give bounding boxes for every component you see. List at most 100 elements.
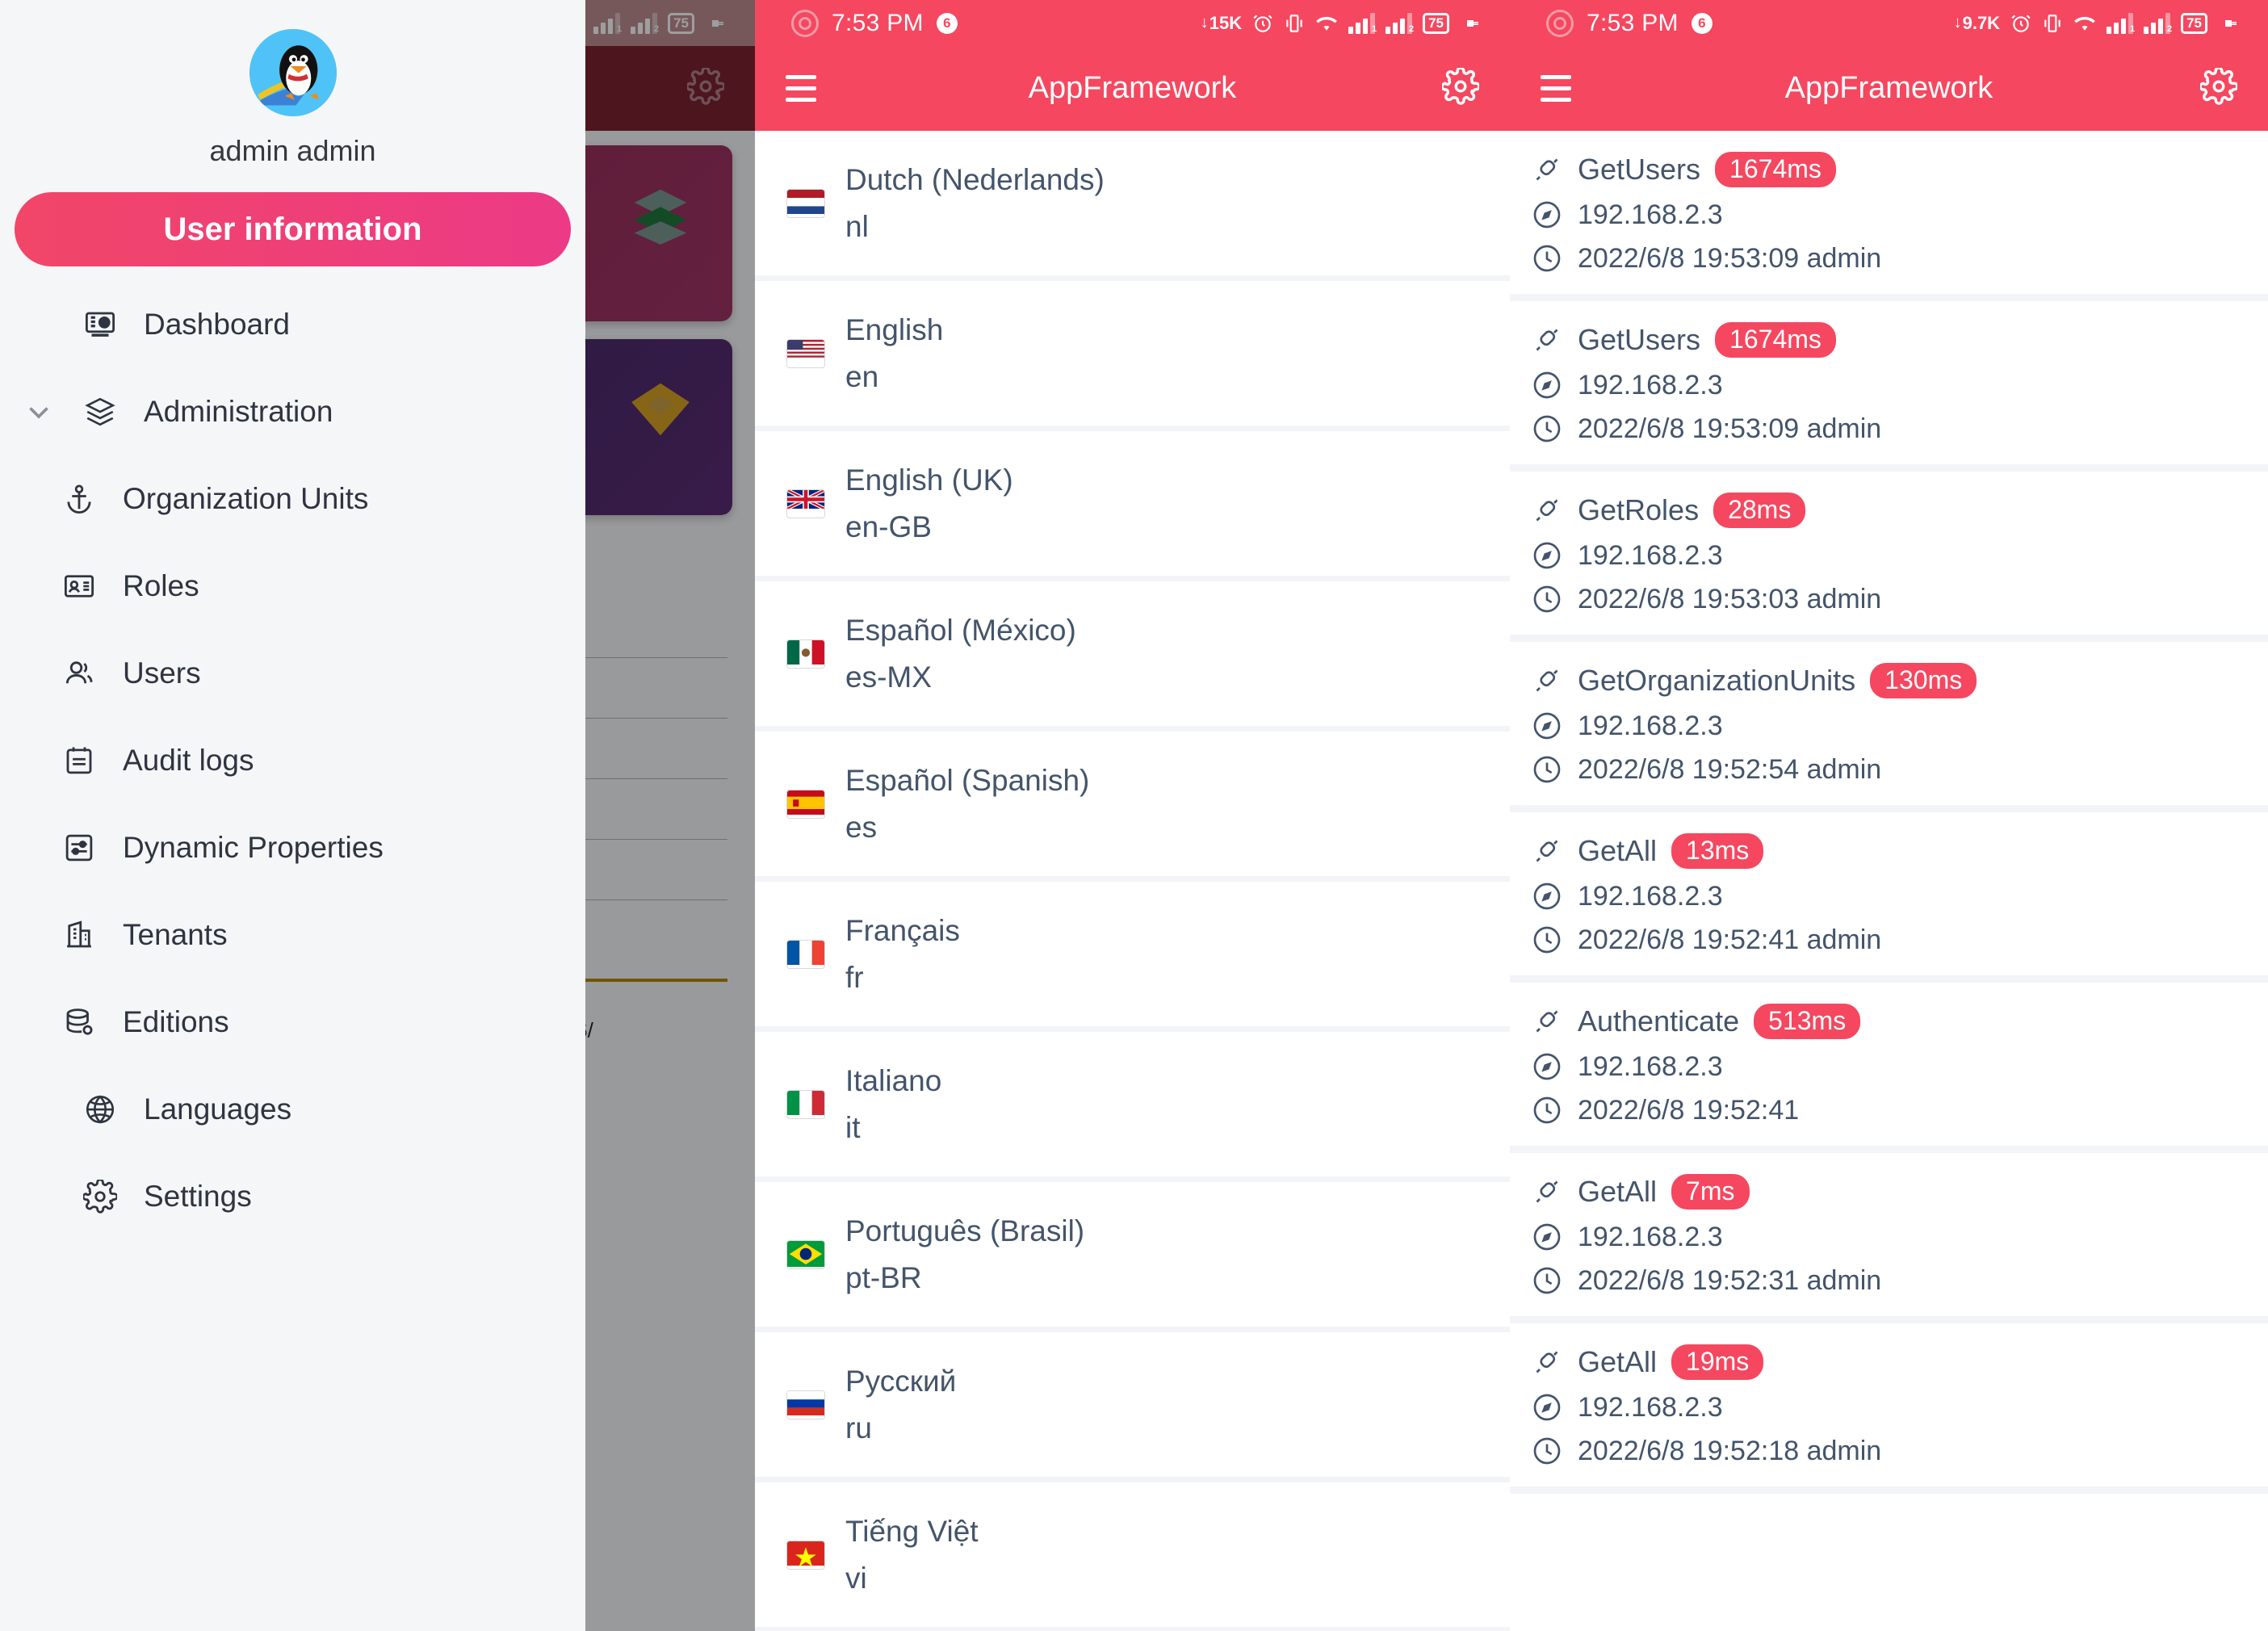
compass-icon bbox=[1531, 1050, 1563, 1083]
audit-log-item[interactable]: GetAll 13ms 192.168.2.3 2022/6/8 19:52:41 a… bbox=[1510, 812, 2268, 983]
audit-log-item[interactable]: GetAll 19ms 192.168.2.3 2022/6/8 19:52:18 a… bbox=[1510, 1323, 2268, 1494]
clipboard-icon bbox=[58, 744, 100, 778]
sidebar-item-settings[interactable]: Settings bbox=[0, 1153, 585, 1240]
clock-icon bbox=[1531, 1435, 1563, 1467]
status-bar-left: 7:53 PM 6 bbox=[1510, 9, 1713, 37]
audit-ip-address: 192.168.2.3 bbox=[1578, 369, 1723, 400]
battery-level-badge: 75 bbox=[1423, 12, 1449, 34]
audit-timestamp: 2022/6/8 19:52:54 admin bbox=[1578, 753, 1882, 785]
vibrate-icon bbox=[1284, 13, 1305, 34]
duration-badge: 19ms bbox=[1671, 1344, 1764, 1380]
users-icon bbox=[58, 656, 100, 690]
menu-button[interactable] bbox=[786, 75, 816, 102]
audit-action-row: GetAll 7ms bbox=[1531, 1174, 2268, 1210]
notification-count-badge: 6 bbox=[936, 12, 958, 34]
audit-log-item[interactable]: GetOrganizationUnits 130ms 192.168.2.3 2022… bbox=[1510, 642, 2268, 812]
audit-ip-address: 192.168.2.3 bbox=[1578, 1391, 1723, 1423]
plug-icon bbox=[1531, 665, 1563, 697]
sidebar-item-administration[interactable]: Administration bbox=[0, 368, 585, 455]
audit-log-item[interactable]: GetUsers 1674ms 192.168.2.3 2022/6/8 19:53:… bbox=[1510, 301, 2268, 472]
penguin-avatar-icon bbox=[249, 29, 337, 116]
audit-time-row: 2022/6/8 19:52:41 admin bbox=[1531, 924, 2268, 956]
clock-icon bbox=[1531, 242, 1563, 275]
audit-timestamp: 2022/6/8 19:52:41 bbox=[1578, 1094, 1800, 1126]
sidebar-item-audit-logs[interactable]: Audit logs bbox=[0, 717, 585, 804]
globe-icon bbox=[79, 1092, 121, 1126]
alarm-icon bbox=[2010, 13, 2031, 34]
building-icon bbox=[58, 918, 100, 952]
audit-timestamp: 2022/6/8 19:53:09 admin bbox=[1578, 413, 1882, 444]
screenshot-triptych: 7:52 PM 6 ↓6.7K 1 2 75 AppFramework bbox=[0, 0, 2268, 1631]
sidebar-item-dynamic-properties[interactable]: Dynamic Properties bbox=[0, 804, 585, 891]
language-code: fr bbox=[845, 960, 864, 994]
sidebar-item-label: Settings bbox=[144, 1180, 252, 1213]
plug-icon bbox=[1531, 494, 1563, 526]
audit-time-row: 2022/6/8 19:53:09 admin bbox=[1531, 413, 2268, 445]
audit-log-item[interactable]: Authenticate 513ms 192.168.2.3 2022/6/8 19:… bbox=[1510, 983, 2268, 1153]
language-list-item[interactable]: English (UK) en-GB bbox=[755, 431, 1510, 581]
language-code: en bbox=[845, 359, 879, 393]
audit-action-name: GetUsers bbox=[1578, 153, 1701, 186]
flag-it-icon bbox=[787, 1090, 824, 1118]
wifi-icon bbox=[2073, 13, 2096, 34]
sidebar-item-roles[interactable]: Roles bbox=[0, 543, 585, 630]
sidebar-item-organization-units[interactable]: Organization Units bbox=[0, 455, 585, 543]
sidebar-item-tenants[interactable]: Tenants bbox=[0, 891, 585, 979]
clock-icon bbox=[1531, 1264, 1563, 1297]
menu-button[interactable] bbox=[1541, 75, 1571, 102]
sidebar-item-users[interactable]: Users bbox=[0, 630, 585, 717]
language-list-item[interactable]: Português (Brasil) pt-BR bbox=[755, 1182, 1510, 1332]
compass-icon bbox=[1531, 369, 1563, 401]
battery-level-badge: 75 bbox=[2181, 12, 2207, 34]
sidebar-item-label: Tenants bbox=[123, 918, 228, 951]
status-bar-left: 7:53 PM 6 bbox=[755, 9, 958, 37]
language-list-item[interactable]: Español (México) es-MX bbox=[755, 581, 1510, 732]
language-list-item[interactable]: Русский ru bbox=[755, 1332, 1510, 1482]
status-bar-right: ↓ 15K 1 2 75 bbox=[1200, 12, 1510, 34]
audit-log-item[interactable]: GetUsers 1674ms 192.168.2.3 2022/6/8 19:53:… bbox=[1510, 131, 2268, 301]
sidebar-item-languages[interactable]: Languages bbox=[0, 1066, 585, 1153]
user-information-button[interactable]: User information bbox=[15, 192, 571, 266]
chevron-down-icon bbox=[21, 397, 57, 426]
audit-action-name: Authenticate bbox=[1578, 1004, 1740, 1038]
compass-icon bbox=[1531, 539, 1563, 572]
language-name: Español (Spanish) bbox=[845, 763, 1090, 797]
language-list-item[interactable]: Français fr bbox=[755, 882, 1510, 1032]
language-code: vi bbox=[845, 1561, 867, 1595]
signal-strength-icon-1: 1 bbox=[1348, 12, 1377, 34]
compass-icon bbox=[1531, 1391, 1563, 1423]
sidebar-item-dashboard[interactable]: Dashboard bbox=[0, 281, 585, 368]
avatar[interactable] bbox=[249, 29, 337, 116]
flag-ru-icon bbox=[787, 1390, 824, 1419]
language-list-item[interactable]: Dutch (Nederlands) nl bbox=[755, 131, 1510, 281]
audit-ip-address: 192.168.2.3 bbox=[1578, 880, 1723, 912]
gear-icon bbox=[79, 1180, 121, 1214]
flag-es-icon bbox=[787, 790, 824, 818]
language-name: Français bbox=[845, 913, 960, 947]
audit-log-item[interactable]: GetRoles 28ms 192.168.2.3 2022/6/8 19:53:03… bbox=[1510, 472, 2268, 642]
sidebar-item-label: Editions bbox=[123, 1005, 229, 1038]
language-list-item[interactable]: English en bbox=[755, 281, 1510, 431]
signal-strength-icon-2: 2 bbox=[1386, 12, 1414, 34]
gear-icon bbox=[1440, 66, 1481, 105]
status-bar: 7:53 PM 6 ↓ 9.7K 1 2 75 bbox=[1510, 0, 2268, 46]
audit-action-name: GetRoles bbox=[1578, 493, 1700, 526]
audit-ip-row: 192.168.2.3 bbox=[1531, 1050, 2268, 1083]
recording-ring-icon bbox=[1546, 9, 1574, 37]
duration-badge: 513ms bbox=[1754, 1004, 1861, 1039]
audit-timestamp: 2022/6/8 19:52:41 admin bbox=[1578, 924, 1882, 955]
language-name: English (UK) bbox=[845, 463, 1013, 497]
anchor-icon bbox=[58, 482, 100, 516]
sidebar-item-editions[interactable]: Editions bbox=[0, 979, 585, 1066]
audit-ip-row: 192.168.2.3 bbox=[1531, 539, 2268, 572]
network-speed-indicator: ↓ 15K bbox=[1200, 12, 1243, 33]
settings-button[interactable] bbox=[1440, 66, 1481, 109]
language-list-item[interactable]: Tiếng Việt vi bbox=[755, 1482, 1510, 1631]
audit-log-item[interactable]: GetAll 7ms 192.168.2.3 2022/6/8 19:52:31 ad… bbox=[1510, 1153, 2268, 1323]
sidebar-item-label: Languages bbox=[144, 1092, 292, 1126]
language-list-item[interactable]: Español (Spanish) es bbox=[755, 732, 1510, 882]
language-list-item[interactable]: Italiano it bbox=[755, 1032, 1510, 1182]
settings-button[interactable] bbox=[2199, 66, 2239, 109]
sidebar-item-label: Roles bbox=[123, 569, 199, 602]
sidebar-item-label: Dynamic Properties bbox=[123, 831, 384, 864]
